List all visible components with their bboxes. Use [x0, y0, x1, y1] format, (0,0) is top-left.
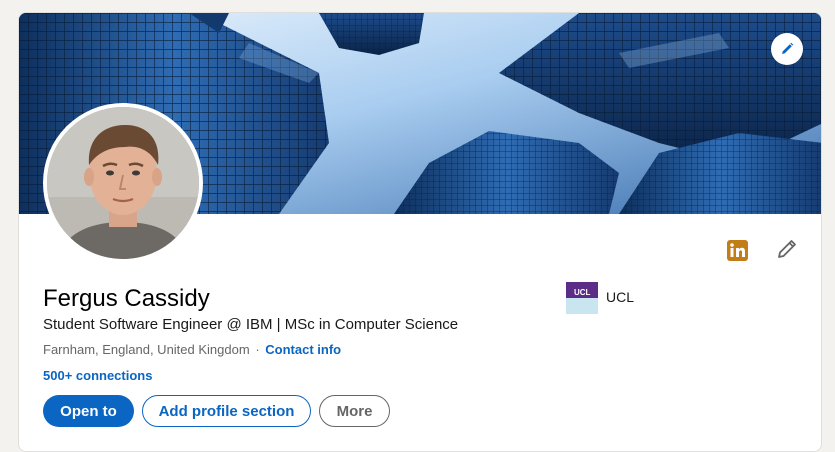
connections-row: 500+ connections — [43, 367, 152, 385]
contact-info-link[interactable]: Contact info — [265, 342, 341, 357]
open-to-button[interactable]: Open to — [43, 395, 134, 427]
profile-name: Fergus Cassidy — [43, 285, 210, 312]
edit-cover-button[interactable] — [771, 33, 803, 65]
profile-card: Fergus Cassidy Student Software Engineer… — [18, 12, 822, 452]
avatar — [47, 107, 199, 259]
profile-location: Farnham, England, United Kingdom — [43, 342, 250, 357]
avatar-portrait — [47, 107, 199, 259]
connections-link[interactable]: 500+ connections — [43, 368, 152, 383]
education-entry[interactable]: UCL UCL — [566, 282, 634, 314]
ucl-logo: UCL — [566, 282, 598, 314]
more-button[interactable]: More — [319, 395, 390, 427]
location-row: Farnham, England, United Kingdom · Conta… — [43, 341, 341, 359]
profile-headline: Student Software Engineer @ IBM | MSc in… — [43, 316, 459, 333]
profile-actions: Open to Add profile section More — [43, 395, 390, 427]
separator-dot: · — [255, 342, 260, 357]
pencil-icon — [778, 240, 796, 258]
edit-intro-button[interactable] — [775, 237, 799, 261]
linkedin-icon — [730, 243, 745, 257]
profile-photo[interactable] — [43, 103, 203, 263]
linkedin-badge-button[interactable] — [727, 240, 748, 261]
ucl-logo-text: UCL — [574, 288, 591, 297]
add-profile-section-button[interactable]: Add profile section — [142, 395, 311, 427]
education-school-name: UCL — [606, 289, 635, 305]
pencil-icon — [782, 42, 794, 54]
